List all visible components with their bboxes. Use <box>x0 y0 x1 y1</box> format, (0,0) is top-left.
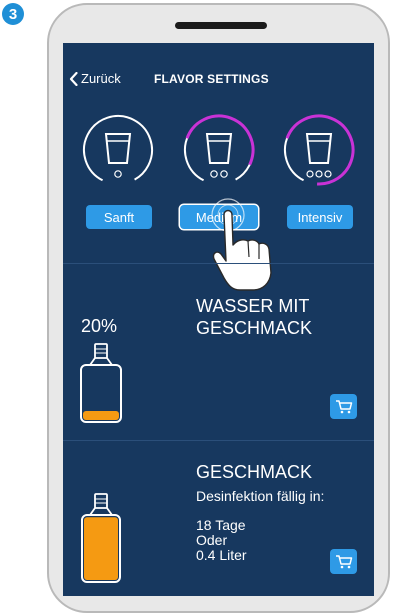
water-cartridge-fill <box>83 411 119 420</box>
section-divider <box>63 263 374 264</box>
chevron-left-icon <box>69 71 78 86</box>
flavor-option-sanft[interactable]: Sanft <box>78 110 158 229</box>
back-button[interactable]: Zurück <box>69 71 121 86</box>
cartridge-title-water: WASSER MIT GESCHMACK <box>196 295 312 339</box>
disinfection-days: 18 Tage <box>196 517 246 533</box>
glass-icon <box>205 133 233 164</box>
flavor-cartridge-fill <box>84 517 118 580</box>
glass-icon <box>305 133 333 164</box>
tap-hand-icon <box>211 198 272 291</box>
navigation-bar: Zurück FLAVOR SETTINGS <box>63 43 374 115</box>
flavor-button-sanft[interactable]: Sanft <box>86 205 152 229</box>
disinfection-label: Desinfektion fällig in: <box>196 488 325 504</box>
flavor-button-intensiv[interactable]: Intensiv <box>287 205 353 229</box>
disinfection-liters: 0.4 Liter <box>196 547 247 563</box>
flavor-cartridge-bottle-icon <box>81 493 121 583</box>
glass-icon <box>104 133 132 164</box>
flavor-gauge-medium <box>183 114 255 186</box>
fruit-icon <box>210 170 228 178</box>
fruit-icon <box>114 170 122 178</box>
phone-frame: Zurück FLAVOR SETTINGS Sanft Medium Inte… <box>47 3 390 613</box>
cartridge-title-line2: GESCHMACK <box>196 318 313 338</box>
flavor-gauge-intensiv <box>283 114 355 186</box>
phone-speaker <box>175 22 267 29</box>
cartridge-percent: 20% <box>81 316 118 336</box>
disinfection-or: Oder <box>196 532 228 548</box>
order-water-cartridge-button[interactable] <box>330 394 357 419</box>
cartridge-title-flavor: GESCHMACK <box>196 462 313 482</box>
flavor-gauge-sanft <box>83 115 153 185</box>
shopping-cart-icon <box>335 399 352 413</box>
page-title: FLAVOR SETTINGS <box>154 72 269 86</box>
app-screen: Zurück FLAVOR SETTINGS Sanft Medium Inte… <box>63 43 374 596</box>
back-label: Zurück <box>81 71 121 86</box>
shopping-cart-icon <box>335 554 352 568</box>
cartridge-title-line1: WASSER MIT <box>196 296 310 316</box>
section-divider <box>63 440 374 441</box>
step-number-badge: 3 <box>2 3 24 25</box>
fruit-icon <box>306 170 332 178</box>
water-cartridge-bottle-icon <box>80 343 122 423</box>
order-flavor-cartridge-button[interactable] <box>330 549 357 574</box>
